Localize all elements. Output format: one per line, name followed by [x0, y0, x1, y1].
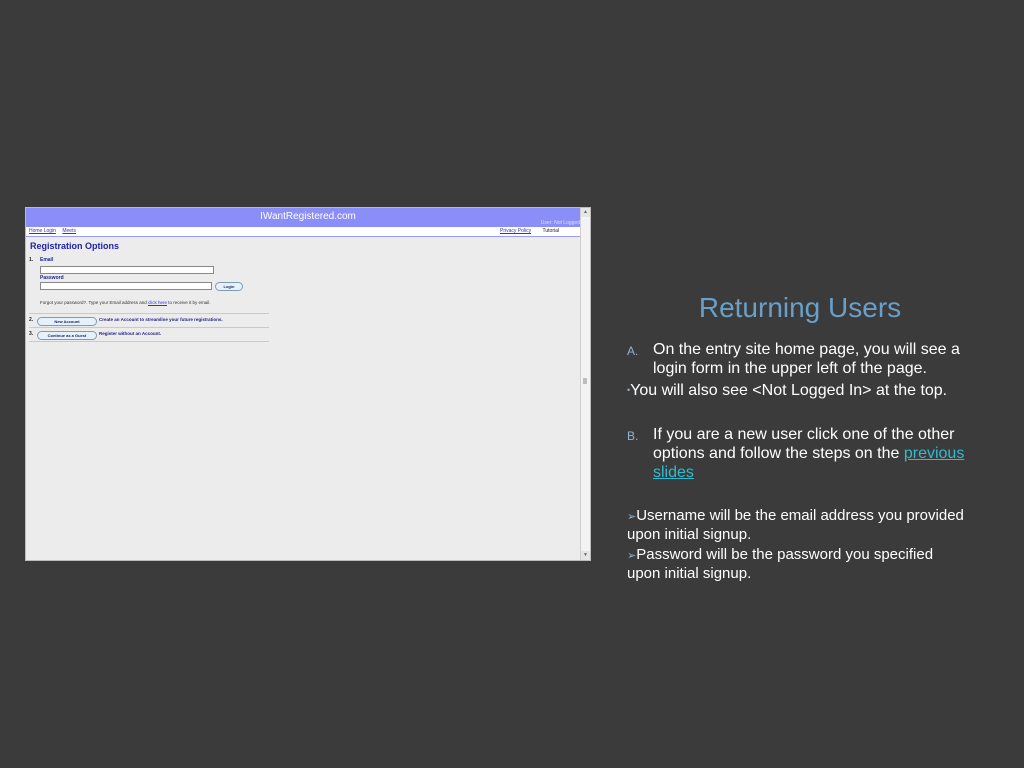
login-button[interactable]: Login [215, 282, 243, 291]
slide-title: Returning Users [698, 292, 902, 323]
email-input[interactable] [40, 266, 214, 274]
new-account-button[interactable]: New Account [37, 317, 97, 326]
privacy-policy-link[interactable]: Privacy Policy [500, 228, 531, 234]
click-here-link[interactable]: click here [148, 300, 167, 305]
slide-bullets: A. On the entry site home page, you will… [627, 340, 967, 583]
option-number: 3. [29, 331, 34, 337]
bullet-a-sub-text: You will also see <Not Logged In> at the… [630, 382, 948, 399]
nav-meets-link[interactable]: Meets [62, 228, 76, 234]
arrow-bullet-icon: ➢ [627, 550, 637, 562]
arrow-bullet-icon: ➢ [627, 511, 637, 523]
option-number: 2. [29, 317, 34, 323]
new-account-description: Create an Account to streamline your fut… [99, 317, 223, 322]
registration-options-title: Registration Options [30, 241, 120, 251]
user-status: User: Not Logged [540, 220, 580, 226]
bullet-a-marker: A. [627, 344, 639, 358]
sub-bullet-1-text: Username will be the email address you p… [627, 507, 964, 543]
site-title: IWantRegistered.com [260, 211, 356, 222]
sub-bullet-2: ➢Password will be the password you speci… [627, 546, 967, 583]
sub-bullet-2-text: Password will be the password you specif… [627, 546, 934, 582]
scroll-thumb[interactable] [583, 378, 587, 384]
continue-as-guest-button[interactable]: Continue as a Guest [37, 331, 97, 340]
sub-bullet-1: ➢Username will be the email address you … [627, 507, 967, 544]
scroll-up-arrow-icon[interactable]: ▲ [581, 208, 590, 217]
bullet-a-sub: •You will also see <Not Logged In> at th… [627, 381, 967, 400]
forgot-password-text: Forgot your password?. Type your Email a… [40, 300, 211, 305]
tutorial-link[interactable]: Tutorial [543, 228, 560, 234]
email-label: Email [40, 257, 54, 263]
site-navbar: Home Login Meets Privacy Policy Tutorial [26, 227, 583, 237]
bullet-a: A. On the entry site home page, you will… [627, 340, 967, 378]
new-account-option-row: 2. New Account Create an Account to stre… [29, 314, 269, 328]
option-number: 1. [29, 257, 34, 263]
forgot-after-text: to receive it by email. [168, 300, 211, 305]
password-label: Password [40, 275, 64, 281]
vertical-scrollbar[interactable]: ▲ ▼ [580, 208, 590, 560]
bullet-b-marker: B. [627, 429, 639, 443]
nav-home-login-link[interactable]: Home Login [29, 228, 56, 234]
site-header: IWantRegistered.com User: Not Logged [26, 208, 590, 227]
scroll-down-arrow-icon[interactable]: ▼ [581, 551, 590, 560]
bullet-a-text: On the entry site home page, you will se… [653, 341, 960, 377]
login-option-row: 1. Email Password Login Forgot your pass… [29, 254, 269, 314]
guest-option-row: 3. Continue as a Guest Register without … [29, 328, 269, 342]
forgot-text: Forgot your password?. Type your Email a… [40, 300, 147, 305]
registration-options: 1. Email Password Login Forgot your pass… [29, 254, 269, 342]
embedded-screenshot: IWantRegistered.com User: Not Logged Hom… [25, 207, 591, 561]
guest-description: Register without an Account. [99, 331, 162, 336]
password-input[interactable] [40, 282, 212, 290]
bullet-b: B. If you are a new user click one of th… [627, 425, 967, 482]
